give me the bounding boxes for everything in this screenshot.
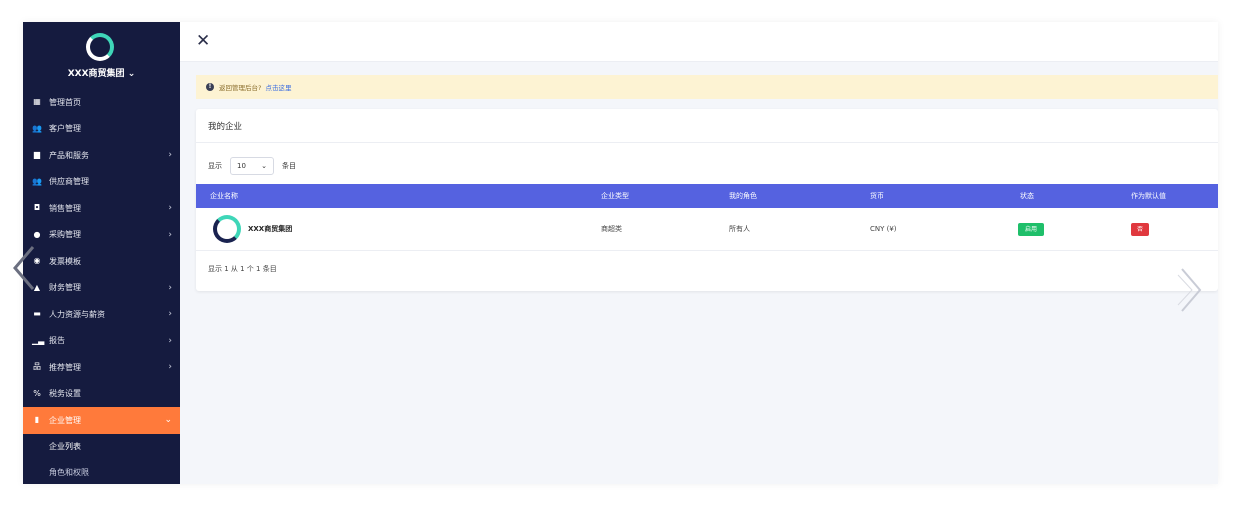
building-icon: ▮ bbox=[34, 415, 40, 425]
default-badge[interactable]: 否 bbox=[1131, 223, 1149, 236]
chevron-down-icon: ⌄ bbox=[261, 162, 267, 170]
sidebar-item-label: 客户管理 bbox=[49, 124, 81, 134]
column-header-role[interactable]: 我的角色 bbox=[729, 184, 757, 208]
sidebar-item-4[interactable]: ◘ 销售管理 › bbox=[23, 195, 180, 222]
table-row[interactable]: XXX商贸集团 商超类 所有人 CNY (¥) 启用 否 bbox=[196, 208, 1218, 251]
chevron-right-icon: › bbox=[168, 309, 172, 320]
page-length-control: 显示 10 ⌄ 条目 bbox=[208, 157, 296, 175]
status-badge: 启用 bbox=[1018, 223, 1044, 236]
table-info: 显示 1 从 1 个 1 条目 bbox=[208, 265, 277, 273]
info-icon: ! bbox=[206, 83, 214, 91]
column-header-currency[interactable]: 货币 bbox=[870, 184, 884, 208]
sidebar-item-6[interactable]: ◉ 发票模板 bbox=[23, 248, 180, 275]
sidebar-item-3[interactable]: 👥 供应商管理 bbox=[23, 169, 180, 196]
sidebar-item-label: 企业管理 bbox=[49, 415, 81, 425]
column-header-name[interactable]: 企业名称 bbox=[210, 184, 238, 208]
alert-text: 返回管理后台? bbox=[219, 84, 262, 92]
id-card-icon: ▬ bbox=[33, 309, 41, 319]
chevron-down-icon: ⌄ bbox=[127, 69, 136, 79]
sidebar-subitem-1[interactable]: 角色和权限 bbox=[23, 460, 180, 485]
chevron-right-icon: › bbox=[168, 229, 172, 240]
chevron-right-icon: › bbox=[168, 282, 172, 293]
card-title: 我的企业 bbox=[208, 122, 243, 132]
column-header-status[interactable]: 状态 bbox=[1020, 184, 1034, 208]
company-type: 商超类 bbox=[601, 225, 622, 233]
company-switcher[interactable]: XXX商贸集团 ⌄ bbox=[23, 66, 180, 79]
chart-icon: ▁▃ bbox=[32, 335, 45, 345]
column-header-default[interactable]: 作为默认值 bbox=[1131, 184, 1166, 208]
column-header-type[interactable]: 企业类型 bbox=[601, 184, 629, 208]
my-role: 所有人 bbox=[729, 225, 750, 233]
gift-icon: ◘ bbox=[33, 203, 41, 213]
sidebar-item-9[interactable]: ▁▃ 报告 › bbox=[23, 328, 180, 355]
sidebar-item-label: 管理首页 bbox=[49, 97, 81, 107]
logo bbox=[86, 33, 114, 61]
percent-icon: % bbox=[33, 388, 41, 398]
dashboard-icon: ▦ bbox=[33, 97, 41, 107]
sidebar-nav: ▦ 管理首页 👥 客户管理 ▆ 产品和服务 › 👥 供应商管理 ◘ 销售管理 › ● 采购管理 › ◉ 发票模板… bbox=[23, 89, 180, 484]
my-companies-card: 我的企业 显示 10 ⌄ 条目 企业名称 企业类型 我的角色 货币 状态 作为默… bbox=[196, 109, 1218, 291]
company-logo bbox=[213, 215, 241, 243]
briefcase-icon: ▆ bbox=[33, 150, 41, 160]
divider bbox=[196, 142, 1218, 143]
chevron-right-icon: › bbox=[168, 335, 172, 346]
sidebar-subitem-0[interactable]: 企业列表 bbox=[23, 434, 180, 460]
sidebar-item-label: 供应商管理 bbox=[49, 177, 89, 187]
chevron-down-icon: ⌄ bbox=[164, 415, 172, 426]
sidebar-item-5[interactable]: ● 采购管理 › bbox=[23, 222, 180, 249]
admin-alert: ! 返回管理后台? 点击这里 bbox=[196, 75, 1218, 99]
chevron-right-icon: › bbox=[168, 203, 172, 214]
bag-icon: ● bbox=[33, 229, 41, 239]
sidebar-item-label: 产品和服务 bbox=[49, 150, 89, 160]
currency: CNY (¥) bbox=[870, 225, 897, 233]
sidebar: XXX商贸集团 ⌄ ▦ 管理首页 👥 客户管理 ▆ 产品和服务 › 👥 供应商管理 ◘ 销售管理 › ●… bbox=[23, 22, 180, 484]
sidebar-item-12[interactable]: ▮ 企业管理 ⌄ bbox=[23, 407, 180, 434]
chevron-right-icon: › bbox=[168, 150, 172, 161]
sidebar-item-label: 财务管理 bbox=[49, 283, 81, 293]
users-icon: 👥 bbox=[32, 176, 42, 186]
main-content: ✕ ! 返回管理后台? 点击这里 我的企业 显示 10 ⌄ 条目 企业名称 企业… bbox=[180, 22, 1218, 484]
sidebar-item-8[interactable]: ▬ 人力资源与薪资 › bbox=[23, 301, 180, 328]
sidebar-item-label: 人力资源与薪资 bbox=[49, 309, 105, 319]
sidebar-item-label: 推荐管理 bbox=[49, 362, 81, 372]
page-length-select[interactable]: 10 ⌄ bbox=[230, 157, 274, 175]
sidebar-item-label: 采购管理 bbox=[49, 230, 81, 240]
sidebar-item-label: 销售管理 bbox=[49, 203, 81, 213]
company-name[interactable]: XXX商贸集团 bbox=[248, 208, 292, 251]
app-window: XXX商贸集团 ⌄ ▦ 管理首页 👥 客户管理 ▆ 产品和服务 › 👥 供应商管理 ◘ 销售管理 › ●… bbox=[23, 22, 1218, 484]
chevron-right-icon: › bbox=[168, 362, 172, 373]
top-bar: ✕ bbox=[180, 22, 1218, 62]
alert-link[interactable]: 点击这里 bbox=[265, 82, 291, 92]
sidebar-item-label: 发票模板 bbox=[49, 256, 81, 266]
sidebar-item-11[interactable]: % 税务设置 bbox=[23, 381, 180, 408]
sidebar-item-label: 税务设置 bbox=[49, 389, 81, 399]
company-switcher-label: XXX商贸集团 bbox=[67, 69, 125, 79]
sidebar-item-label: 报告 bbox=[49, 336, 65, 346]
sidebar-item-7[interactable]: ▲ 财务管理 › bbox=[23, 275, 180, 302]
sidebar-item-2[interactable]: ▆ 产品和服务 › bbox=[23, 142, 180, 169]
sidebar-item-1[interactable]: 👥 客户管理 bbox=[23, 116, 180, 143]
page-length-value: 10 bbox=[237, 162, 246, 170]
sidebar-item-10[interactable]: 品推荐管理 › bbox=[23, 354, 180, 381]
close-icon[interactable]: ✕ bbox=[196, 32, 210, 50]
sidebar-item-0[interactable]: ▦ 管理首页 bbox=[23, 89, 180, 116]
users-icon: 👥 bbox=[32, 123, 42, 133]
length-prefix: 显示 bbox=[208, 162, 222, 170]
previous-arrow-icon[interactable] bbox=[9, 243, 39, 293]
table-header: 企业名称 企业类型 我的角色 货币 状态 作为默认值 bbox=[196, 184, 1218, 208]
sitemap-icon: 品 bbox=[33, 362, 41, 372]
length-suffix: 条目 bbox=[282, 162, 296, 170]
next-arrow-icon[interactable] bbox=[1176, 265, 1206, 315]
